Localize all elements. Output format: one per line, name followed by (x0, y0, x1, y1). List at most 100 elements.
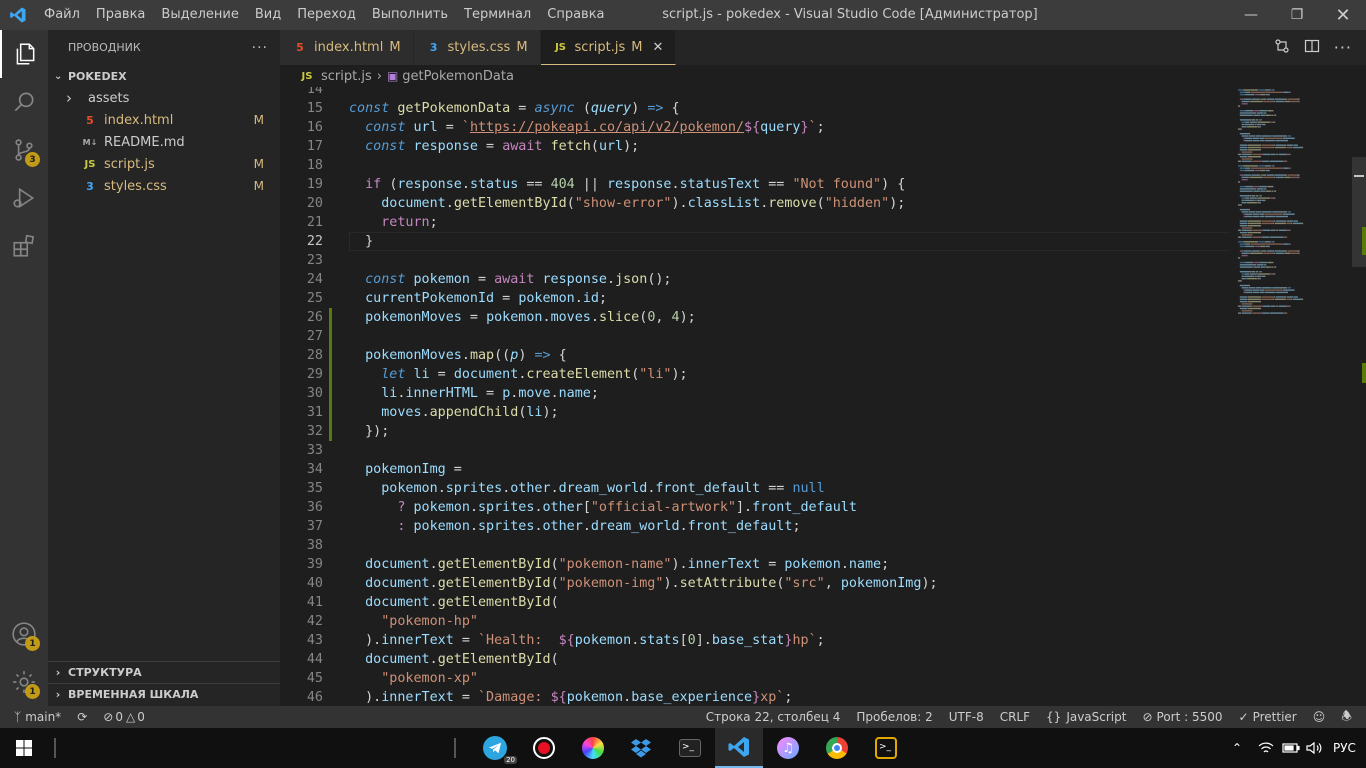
menu-item-3[interactable]: Вид (247, 0, 289, 30)
feedback-icon[interactable]: ☺ (1305, 710, 1334, 724)
compare-changes-icon[interactable] (1274, 38, 1290, 58)
explorer-item[interactable]: JS script.js M (48, 153, 280, 175)
minimap-line (1269, 121, 1270, 123)
minimap-line (1256, 250, 1260, 252)
menu-item-2[interactable]: Выделение (153, 0, 246, 30)
minimap-line (1291, 176, 1299, 179)
language-mode[interactable]: {} JavaScript (1038, 710, 1134, 724)
code-editor[interactable]: 14 15 const getPokemonData = async (query)… (280, 87, 1230, 706)
minimap-line (1247, 254, 1248, 257)
breadcrumb-symbol[interactable]: getPokemonData (402, 69, 514, 84)
minimap-line (1250, 167, 1252, 169)
explorer-item[interactable]: M↓ README.md (48, 131, 280, 153)
source-control-icon[interactable]: 3 (0, 126, 48, 174)
telegram-badge: 20 (504, 756, 517, 764)
close-window-button[interactable]: ✕ (1320, 0, 1366, 30)
sync-icon[interactable]: ⟳ (69, 710, 95, 724)
explorer-item[interactable]: 5 index.html M (48, 109, 280, 131)
network-icon[interactable] (1258, 728, 1274, 768)
show-hidden-icons-icon[interactable]: ⌃ (1232, 728, 1242, 768)
minimap-line (1239, 208, 1249, 211)
settings-gear-icon[interactable]: 1 (0, 658, 48, 706)
more-actions-icon[interactable]: ··· (252, 40, 268, 56)
menu-item-6[interactable]: Терминал (456, 0, 539, 30)
minimap-line (1272, 211, 1284, 213)
minimap-line (1260, 149, 1261, 151)
minimap-line (1239, 284, 1249, 287)
vertical-scrollbar[interactable] (1352, 87, 1366, 706)
telegram-icon[interactable]: 20 (471, 728, 519, 768)
chrome-icon[interactable] (813, 728, 861, 768)
search-icon[interactable] (40, 728, 70, 768)
search-icon[interactable] (0, 78, 48, 126)
minimap-line (1238, 140, 1243, 141)
record-icon[interactable] (520, 728, 568, 768)
minimap-line (1238, 156, 1239, 157)
explorer-item[interactable]: › assets (48, 87, 280, 109)
tab-index-html[interactable]: 5 index.html M (280, 30, 414, 65)
minimap[interactable] (1238, 87, 1338, 327)
explorer-icon[interactable] (0, 30, 48, 78)
keyboard-language[interactable]: РУС (1333, 728, 1356, 768)
breadcrumb-file[interactable]: script.js (321, 69, 372, 84)
split-editor-icon[interactable] (1304, 38, 1320, 58)
menu-item-5[interactable]: Выполнить (364, 0, 456, 30)
prettier[interactable]: ✓ Prettier (1231, 710, 1305, 724)
more-actions-icon[interactable]: ··· (1334, 38, 1352, 57)
minimize-button[interactable]: — (1228, 0, 1274, 30)
menu-item-4[interactable]: Переход (289, 0, 364, 30)
menu-item-1[interactable]: Правка (88, 0, 153, 30)
cursor-position[interactable]: Строка 22, столбец 4 (698, 710, 849, 724)
line-ending[interactable]: CRLF (992, 710, 1038, 724)
run-debug-icon[interactable] (0, 174, 48, 222)
minimap-line (1238, 227, 1241, 228)
close-icon[interactable]: ✕ (653, 40, 664, 55)
minimap-line (1273, 241, 1275, 243)
minimap-line (1252, 160, 1261, 162)
minimap-line (1264, 89, 1265, 91)
minimap-line (1276, 153, 1278, 156)
minimap-line (1253, 266, 1260, 268)
vscode-icon[interactable] (715, 728, 763, 768)
minimap-line (1262, 252, 1263, 254)
git-branch[interactable]: ᛉ main* (0, 710, 69, 724)
minimap-line (1241, 236, 1250, 238)
outline-section[interactable]: › СТРУКТУРА (48, 661, 280, 683)
problems-indicator[interactable]: ⊘ 0 △ 0 (95, 710, 153, 724)
minimap-line (1264, 289, 1265, 291)
minimap-line (1274, 305, 1276, 307)
maximize-button[interactable]: ❐ (1274, 0, 1320, 30)
timeline-section[interactable]: › ВРЕМЕННАЯ ШКАЛА (48, 683, 280, 705)
tab-script-js[interactable]: JS script.js M ✕ (540, 30, 677, 65)
menu-item-0[interactable]: Файл (36, 0, 88, 30)
minimap-line (1287, 291, 1288, 294)
minimap-line (1239, 156, 1247, 158)
color-picker-icon[interactable] (569, 728, 617, 768)
terminal-2-icon[interactable]: >_ (862, 728, 910, 768)
minimap-line (1263, 250, 1267, 252)
minimap-line (1256, 211, 1261, 213)
explorer-item[interactable]: 3 styles.css M (48, 175, 280, 197)
minimap-line (1239, 190, 1251, 192)
terminal-icon[interactable]: >_ (666, 728, 714, 768)
line-number: 22 (306, 234, 323, 249)
extensions-icon[interactable] (0, 222, 48, 270)
minimap-line (1252, 169, 1255, 172)
tab-styles-css[interactable]: 3 styles.css M (413, 30, 541, 65)
accounts-icon[interactable]: 1 (0, 610, 48, 658)
battery-icon[interactable] (1282, 728, 1300, 768)
minimap-line (1301, 146, 1304, 149)
minimap-line (1243, 241, 1256, 243)
indentation[interactable]: Пробелов: 2 (848, 710, 940, 724)
notifications-bell-icon[interactable]: 🕭 (1333, 707, 1366, 728)
minimap-line (1238, 257, 1241, 259)
minimap-line (1256, 273, 1258, 275)
itunes-icon[interactable]: ♫ (764, 728, 812, 768)
live-server[interactable]: ⊘ Port : 5500 (1134, 710, 1230, 724)
explorer-root-folder[interactable]: ⌄ POKEDEX (48, 65, 280, 87)
dropbox-icon[interactable] (617, 728, 665, 768)
encoding[interactable]: UTF-8 (941, 710, 992, 724)
task-view-icon[interactable] (440, 728, 470, 768)
minimap-line (1274, 291, 1276, 294)
volume-icon[interactable] (1306, 728, 1324, 768)
